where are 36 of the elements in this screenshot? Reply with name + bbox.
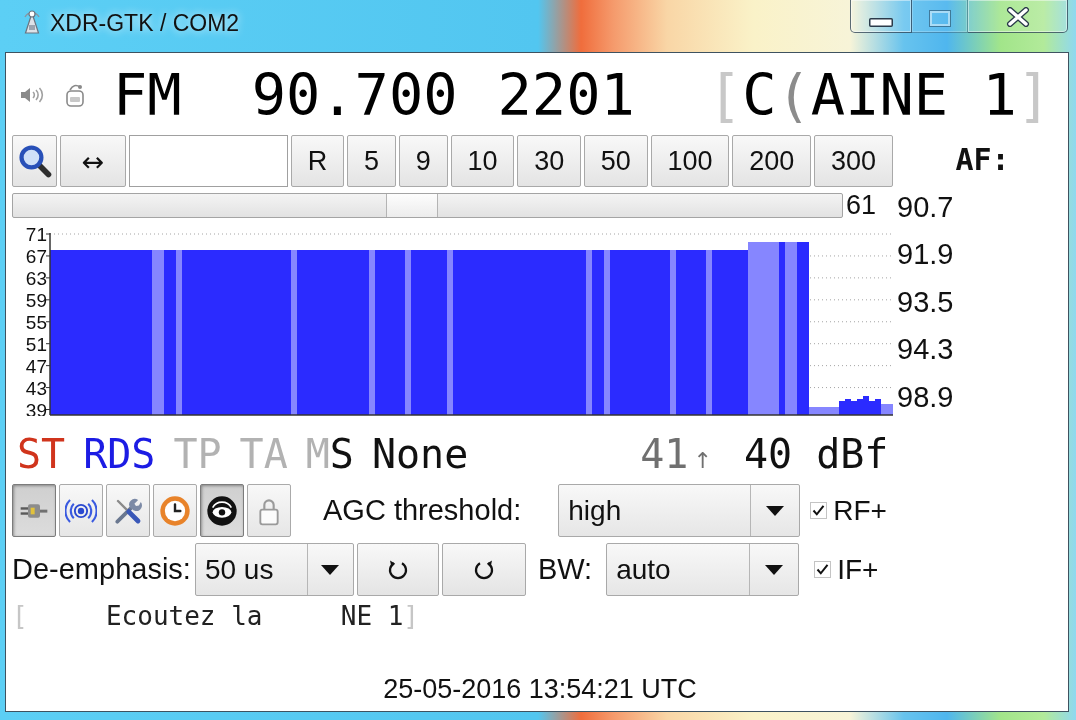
rt-bracket: [ <box>12 603 28 630</box>
bw-label: BW: <box>537 553 593 586</box>
agc-label: AGC threshold: <box>323 494 522 527</box>
band-label: FM <box>113 61 182 130</box>
rt-bracket: ] <box>403 603 419 630</box>
deemphasis-label: De-emphasis: <box>12 553 191 586</box>
y-axis-label: 59 <box>25 289 47 311</box>
af-header: AF: <box>955 141 1010 177</box>
date-time: 25-05-2016 13:54:21 UTC <box>383 673 697 705</box>
peak-arrow: ↑ <box>693 450 712 472</box>
signal-level: 40 dBf <box>743 430 889 478</box>
slider-value: 61 <box>846 193 877 218</box>
radiotext: Ecoutez la NE 1 <box>105 603 404 630</box>
station-name: AINE 1 <box>810 61 1017 130</box>
pi-code: 2201 <box>497 61 635 130</box>
status-indicator: RDS <box>83 430 156 478</box>
peak-signal: 41 <box>640 430 689 478</box>
y-axis-label: 39 <box>25 399 47 416</box>
y-axis-label: 51 <box>25 333 47 355</box>
station-name: ( <box>776 61 811 130</box>
y-axis-label: 67 <box>25 245 47 267</box>
status-indicator: TA <box>239 430 288 478</box>
frequency-readout: 90.700 <box>251 61 458 130</box>
status-indicator: M <box>305 430 330 478</box>
window-title: XDR-GTK / COM2 <box>50 9 240 37</box>
status-indicator: ST <box>17 430 66 478</box>
y-axis-label: 43 <box>25 377 47 399</box>
y-axis-label: 55 <box>25 311 47 333</box>
y-axis-label: 47 <box>25 355 47 377</box>
y-axis-label: 63 <box>25 267 47 289</box>
status-indicator: S <box>329 430 354 478</box>
pty-label: None <box>371 430 469 478</box>
y-axis-label: 71 <box>25 225 47 245</box>
ps-bracket: [ <box>707 61 743 130</box>
ps-bracket: ] <box>1016 61 1052 130</box>
station-name: C <box>742 61 777 130</box>
